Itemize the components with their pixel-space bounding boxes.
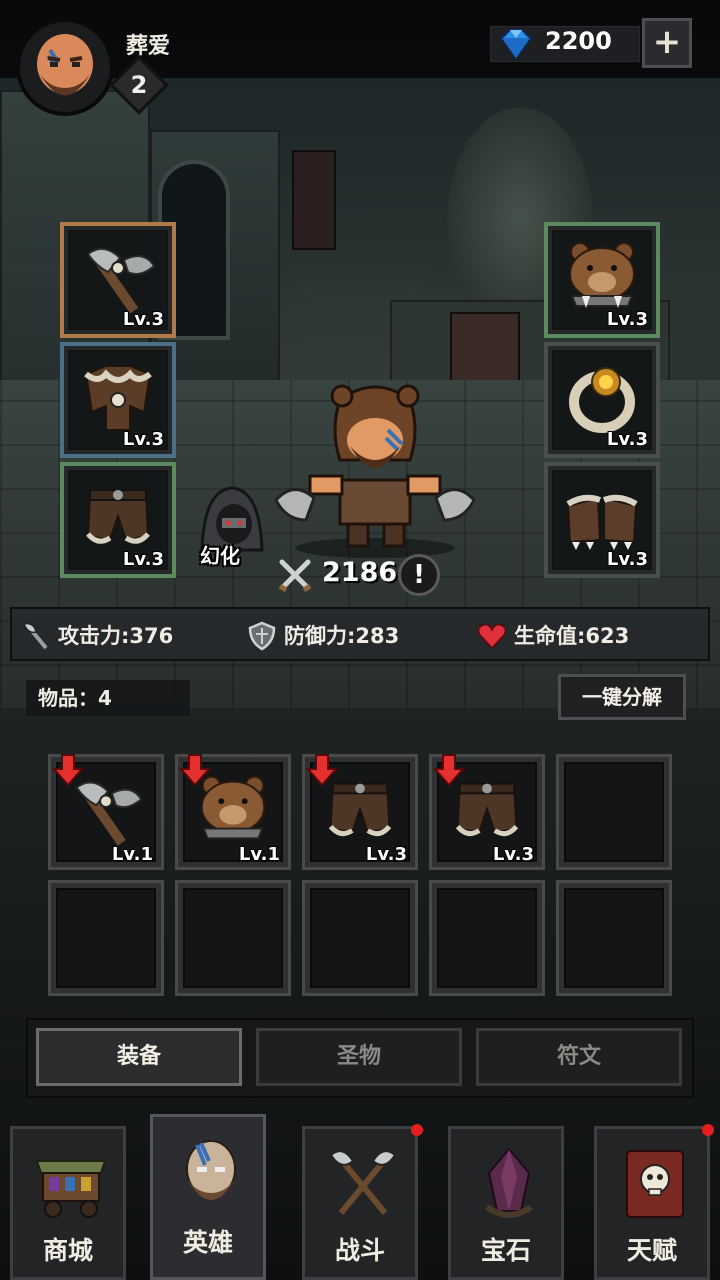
bearded-warrior-portrait-icon [20, 22, 110, 112]
nav-battle[interactable]: 战斗 [302, 1126, 418, 1280]
nav-gems[interactable]: 宝石 [448, 1126, 564, 1280]
defense-stat: 防御力:283 [246, 619, 466, 653]
bear-boots-icon [566, 494, 638, 550]
downgrade-arrow-icon [432, 754, 466, 787]
tab-runes[interactable]: 符文 [476, 1028, 682, 1086]
item-level: Lv.1 [238, 844, 280, 865]
defense-label: 防御力 [284, 624, 347, 648]
battle-notification-dot [411, 1124, 423, 1136]
hp-label: 生命值 [514, 624, 577, 648]
nav-label: 英雄 [182, 1228, 233, 1257]
power-info-button[interactable]: ! [398, 554, 440, 596]
inventory-slot-empty[interactable] [48, 880, 164, 996]
nav-label: 战斗 [334, 1236, 385, 1265]
player-level: 2 [130, 71, 148, 99]
inventory-slot[interactable]: Lv.3 [302, 754, 418, 870]
crystal-icon [485, 1147, 533, 1218]
item-level: Lv.3 [365, 844, 407, 865]
transform-label[interactable]: 幻化 [200, 540, 240, 569]
fur-armor-icon [84, 365, 152, 431]
tab-relics[interactable]: 圣物 [256, 1028, 462, 1086]
ring-icon [569, 367, 635, 433]
nav-talents[interactable]: 天赋 [594, 1126, 710, 1280]
nav-shop[interactable]: 商城 [10, 1126, 126, 1280]
bear-helmet-icon [569, 242, 635, 308]
hero-icon [186, 1140, 236, 1200]
inventory-slot-empty[interactable] [175, 880, 291, 996]
equip-slot-weapon[interactable]: Lv.3 [60, 222, 176, 338]
item-level: Lv.3 [122, 549, 164, 570]
inventory-slot[interactable]: Lv.1 [48, 754, 164, 870]
talents-notification-dot [702, 1124, 714, 1136]
hp-stat: 生命值:623 [476, 619, 696, 653]
crossed-axes-icon [329, 1150, 397, 1215]
skull-book-icon [626, 1150, 684, 1218]
inventory-slot[interactable]: Lv.1 [175, 754, 291, 870]
fur-pants-icon [86, 489, 150, 544]
item-level: Lv.3 [606, 549, 648, 570]
hero-character[interactable] [270, 380, 480, 560]
equip-slot-boots[interactable]: Lv.3 [544, 462, 660, 578]
add-gems-button[interactable]: + [642, 18, 692, 68]
equip-slot-ring[interactable]: Lv.3 [544, 342, 660, 458]
nav-label: 宝石 [480, 1236, 531, 1265]
equip-slot-legs[interactable]: Lv.3 [60, 462, 176, 578]
inventory-slot[interactable]: Lv.3 [429, 754, 545, 870]
player-name: 葬爱 [126, 34, 171, 59]
item-level: Lv.3 [492, 844, 534, 865]
item-level: Lv.3 [122, 309, 164, 330]
heart-icon [477, 623, 507, 650]
inventory-slot-empty[interactable] [429, 880, 545, 996]
item-level: Lv.3 [606, 309, 648, 330]
defense-value: 283 [355, 624, 400, 648]
gem-amount: 2200 [545, 27, 612, 55]
nav-label: 商城 [42, 1236, 93, 1265]
item-count: 物品：4 [26, 680, 190, 716]
downgrade-arrow-icon [305, 754, 339, 787]
nav-hero[interactable]: 英雄 [150, 1114, 266, 1280]
inventory-slot-empty[interactable] [556, 754, 672, 870]
nav-label: 天赋 [626, 1236, 677, 1265]
attack-label: 攻击力 [58, 624, 121, 648]
diamond-icon [500, 29, 532, 60]
item-level: Lv.3 [122, 429, 164, 450]
shield-icon [248, 621, 276, 651]
stats-bar: 攻击力:376 防御力:283 生命值:623 [10, 607, 710, 661]
player-avatar[interactable] [16, 18, 114, 116]
item-level: Lv.3 [606, 429, 648, 450]
axe-icon [22, 622, 48, 650]
item-level: Lv.1 [111, 844, 153, 865]
equip-slot-helmet[interactable]: Lv.3 [544, 222, 660, 338]
wall-banner [292, 150, 336, 250]
downgrade-arrow-icon [178, 754, 212, 787]
crossed-swords-icon [278, 559, 312, 593]
dismantle-all-button[interactable]: 一键分解 [558, 674, 686, 720]
tab-equipment[interactable]: 装备 [36, 1028, 242, 1086]
combat-power: 2186 [322, 557, 398, 588]
hp-value: 623 [585, 624, 630, 648]
inventory-slot-empty[interactable] [556, 880, 672, 996]
shop-cart-icon [35, 1160, 107, 1218]
attack-stat: 攻击力:376 [20, 619, 240, 653]
attack-value: 376 [129, 624, 174, 648]
inventory-slot-empty[interactable] [302, 880, 418, 996]
equip-slot-armor[interactable]: Lv.3 [60, 342, 176, 458]
downgrade-arrow-icon [51, 754, 85, 787]
axe-icon [86, 247, 156, 314]
